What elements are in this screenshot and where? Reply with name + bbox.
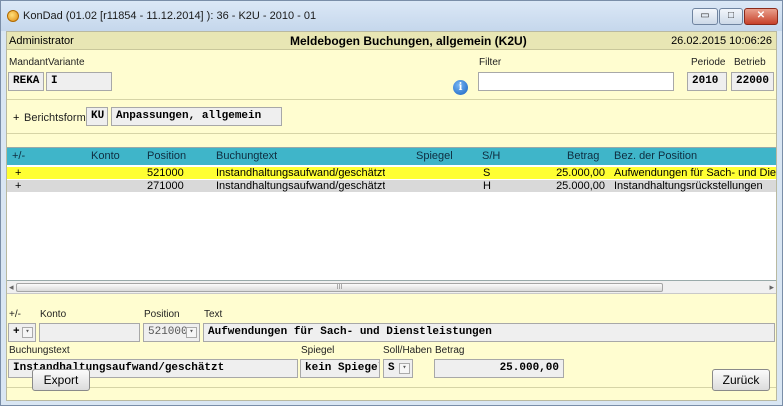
spiegel-field[interactable]: kein Spiegel [300,359,380,378]
column-header[interactable]: Buchungtext [216,150,277,162]
konto-field[interactable] [39,323,140,342]
minimize-button[interactable]: ▭ [692,8,718,25]
row-sign: + [15,167,22,179]
spiegel-label: Spiegel [301,345,335,356]
table-row[interactable]: + 271000 Instandhaltungsaufwand/geschätz… [7,180,776,192]
dropdown-arrow-icon[interactable]: ▾ [399,363,410,374]
datetime: 26.02.2015 10:06:26 [671,35,772,47]
konto-label: Konto [40,309,67,320]
table-row[interactable]: + 521000 Instandhaltungsaufwand/geschätz… [7,167,776,179]
betrag-field[interactable]: 25.000,00 [434,359,564,378]
scroll-left-icon[interactable]: ◂ [9,282,14,293]
column-header[interactable]: Konto [91,150,120,162]
text-field[interactable]: Aufwendungen für Sach- und Dienstleistun… [203,323,775,342]
column-header[interactable]: +/- [12,150,25,162]
maximize-button[interactable]: □ [719,8,743,25]
column-header[interactable]: Betrag [567,150,599,162]
periode-label: Periode [691,57,726,68]
title-bar: KonDad (01.02 [r11854 - 11.12.2014] ): 3… [1,1,782,31]
sollhaben-label: Soll/Haben [383,345,432,356]
column-header[interactable]: S/H [482,150,500,162]
row-betrag: 25.000,00 [556,167,605,179]
sollhaben-select[interactable]: S ▾ [383,359,413,378]
export-button[interactable]: Export [32,369,90,391]
column-header[interactable]: Bez. der Position [614,150,697,162]
mandant-label: Mandant [9,57,48,68]
variante-label: Variante [48,57,85,68]
row-bezeichnung: Aufwendungen für Sach- und Die [614,167,776,179]
row-sh: H [483,180,491,192]
text-label: Text [204,309,223,320]
position-select[interactable]: 521000 ▾ [143,323,200,342]
betrieb-label: Betrieb [734,57,766,68]
application-window: KonDad (01.02 [r11854 - 11.12.2014] ): 3… [0,0,783,406]
pm-label: +/- [9,309,21,320]
betrieb-field[interactable]: 22000 [731,72,774,91]
sollhaben-value: S [388,362,395,374]
berichtsform-toggle[interactable]: + [13,112,19,124]
berichtsform-label: Berichtsform [24,112,86,124]
main-panel: Administrator Meldebogen Buchungen, allg… [6,31,777,401]
row-text: Instandhaltungsaufwand/geschätzt [216,180,386,192]
user-name: Administrator [9,35,74,47]
scroll-right-icon[interactable]: ▸ [769,282,774,293]
betrag-label: Betrag [435,345,465,356]
close-button[interactable]: ✕ [744,8,778,25]
bookings-table: +/- Konto Position Buchungtext Spiegel S… [7,147,776,281]
row-text: Instandhaltungsaufwand/geschätzt [216,167,386,179]
header-bar: Administrator Meldebogen Buchungen, allg… [7,32,776,50]
row-bezeichnung: Instandhaltungsrückstellungen [614,180,763,192]
periode-field[interactable]: 2010 [687,72,727,91]
row-position: 521000 [147,167,184,179]
position-label: Position [144,309,180,320]
dropdown-arrow-icon[interactable]: ▾ [186,327,197,338]
filter-label: Filter [479,57,502,68]
variante-field[interactable]: I [46,72,112,91]
column-header[interactable]: Spiegel [416,150,453,162]
table-header: +/- Konto Position Buchungtext Spiegel S… [7,148,776,165]
row-sh: S [483,167,491,179]
row-sign: + [15,180,22,192]
row-position: 271000 [147,180,184,192]
dropdown-arrow-icon[interactable]: ▾ [22,327,33,338]
position-value: 521000 [148,326,188,338]
divider [7,133,776,134]
pm-select[interactable]: + ▾ [8,323,36,342]
filter-input[interactable] [478,72,674,91]
mandant-field[interactable]: REKA [8,72,44,91]
info-icon[interactable]: i [453,80,468,95]
window-title: KonDad (01.02 [r11854 - 11.12.2014] ): 3… [23,10,317,22]
column-header[interactable]: Position [147,150,186,162]
buchungstext-label: Buchungstext [9,345,70,356]
row-betrag: 25.000,00 [556,180,605,192]
divider [7,99,776,100]
pm-value: + [13,326,20,338]
berichtsform-code[interactable]: KU [86,107,108,126]
page-title: Meldebogen Buchungen, allgemein (K2U) [290,34,527,48]
scroll-thumb[interactable]: III [16,283,663,292]
app-icon [7,10,19,22]
divider [7,387,776,388]
back-button[interactable]: Zurück [712,369,770,391]
horizontal-scrollbar[interactable]: ◂ III ▸ [7,281,776,294]
berichtsform-name[interactable]: Anpassungen, allgemein [111,107,282,126]
